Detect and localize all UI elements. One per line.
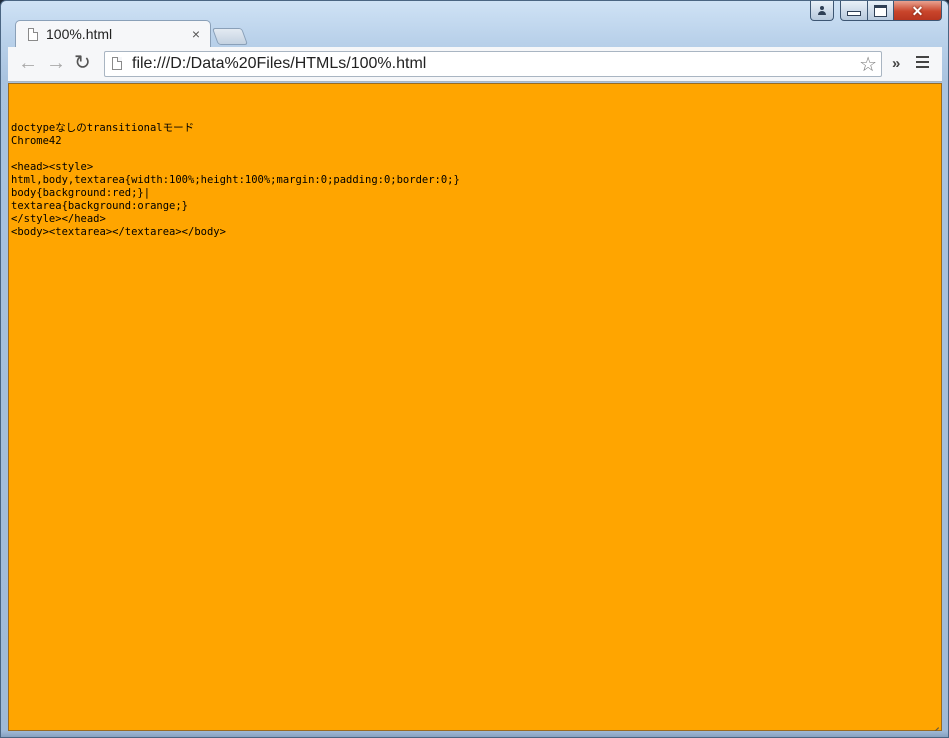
tab-title: 100%.html: [46, 26, 113, 42]
user-profile-button[interactable]: [810, 1, 834, 21]
maximize-button[interactable]: [868, 1, 894, 21]
textarea-line: doctypeなしのtransitionalモード: [11, 122, 195, 134]
page-textarea[interactable]: doctypeなしのtransitionalモード Chrome42 <head>…: [8, 83, 942, 731]
address-bar[interactable]: file:///D:/Data%20Files/HTMLs/100%.html …: [104, 51, 882, 77]
textarea-line: </style></head>: [11, 213, 106, 225]
tab-close-icon[interactable]: ×: [192, 26, 200, 42]
resize-grip-icon[interactable]: [930, 719, 939, 728]
background-window-ghost: [239, 7, 759, 47]
textarea-line: <body><textarea></textarea></body>: [11, 226, 226, 238]
textarea-line: [11, 148, 460, 161]
textarea-line: html,body,textarea{width:100%;height:100…: [11, 174, 460, 186]
minimize-icon: [847, 11, 861, 16]
window-close-button[interactable]: ✕: [894, 1, 942, 21]
window-bottom-frame: [1, 731, 948, 737]
page-icon: [112, 57, 122, 70]
user-icon: [817, 5, 827, 16]
maximize-icon: [874, 4, 887, 17]
tab-active[interactable]: 100%.html ×: [15, 20, 211, 48]
minimize-button[interactable]: [840, 1, 868, 21]
reload-icon[interactable]: ↻: [74, 53, 91, 73]
browser-window: ✕ 100%.html × ← → ↻ file:///D:/Data%20Fi…: [0, 0, 949, 738]
new-tab-button[interactable]: [211, 28, 249, 45]
textarea-line: [11, 109, 460, 122]
bookmark-star-icon[interactable]: ☆: [859, 52, 877, 77]
extensions-overflow-icon[interactable]: »: [892, 55, 900, 72]
page-icon: [28, 27, 38, 41]
textarea-line: <head><style>: [11, 161, 94, 173]
textarea-line: textarea{background:orange;}: [11, 200, 189, 212]
toolbar: ← → ↻ file:///D:/Data%20Files/HTMLs/100%…: [8, 47, 942, 82]
textarea-line: Chrome42: [11, 135, 62, 147]
textarea-line: body{background:red;}|: [11, 187, 151, 199]
textarea-content[interactable]: doctypeなしのtransitionalモード Chrome42 <head>…: [11, 109, 460, 239]
window-caption-buttons: ✕: [810, 1, 942, 21]
forward-arrow-icon[interactable]: →: [46, 53, 66, 73]
close-icon: ✕: [911, 2, 924, 19]
back-arrow-icon[interactable]: ←: [18, 53, 38, 73]
menu-hamburger-icon[interactable]: [916, 56, 929, 71]
url-text[interactable]: file:///D:/Data%20Files/HTMLs/100%.html: [132, 55, 426, 73]
